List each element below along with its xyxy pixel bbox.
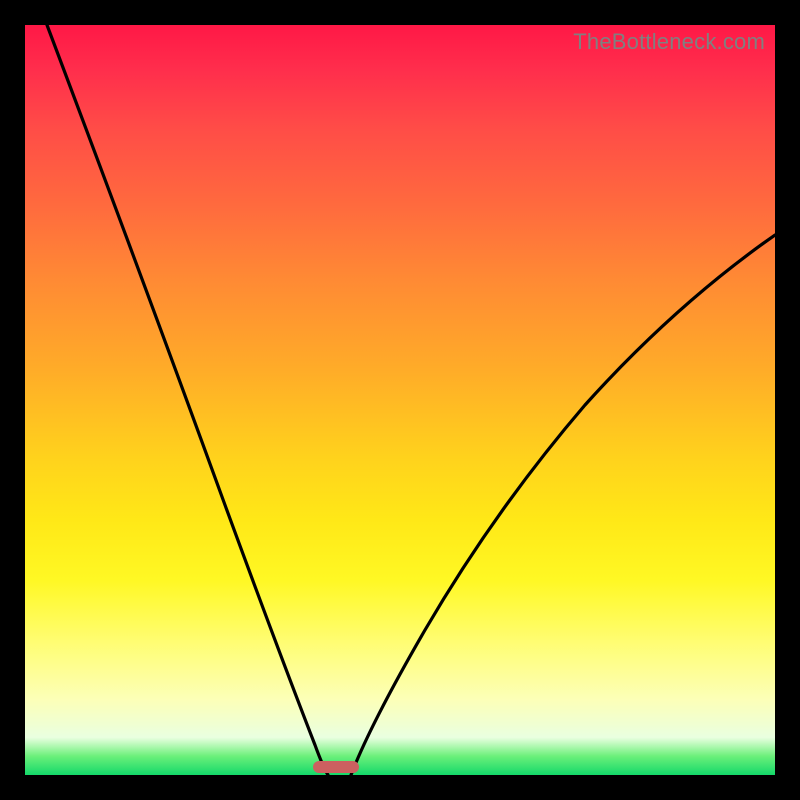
plot-area: TheBottleneck.com	[25, 25, 775, 775]
bottleneck-marker	[313, 761, 359, 773]
bottleneck-curve	[25, 25, 775, 775]
watermark-text: TheBottleneck.com	[573, 29, 765, 55]
chart-container: TheBottleneck.com	[0, 0, 800, 800]
curve-right-branch	[351, 235, 775, 775]
curve-left-branch	[47, 25, 328, 775]
